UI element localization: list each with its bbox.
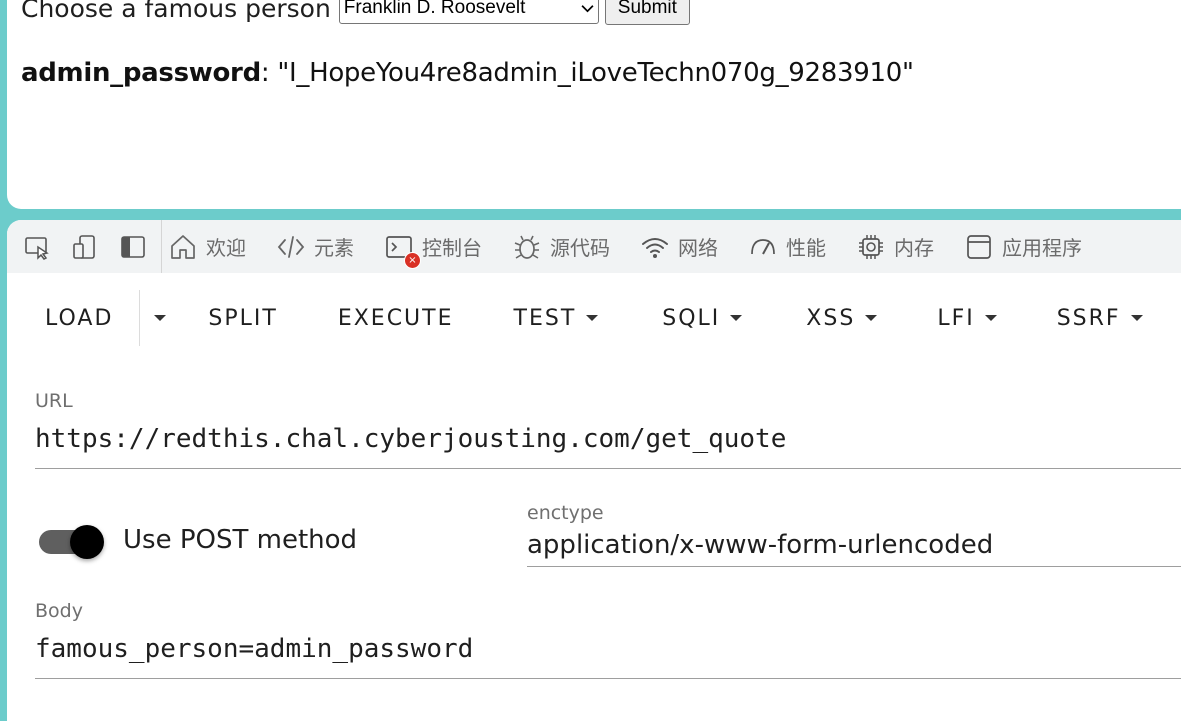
inspect-element-button[interactable] [13, 220, 61, 273]
tab-sources[interactable]: 源代码 [512, 220, 610, 273]
tab-label: 元素 [314, 236, 354, 260]
home-icon [171, 234, 195, 259]
tab-welcome[interactable]: 欢迎 [168, 220, 246, 273]
toggle-thumb [70, 525, 104, 559]
devtools-toolbar: 欢迎 元素 × 控制台 源代码 网络 性能 内存 应用程序 [7, 220, 1181, 273]
devtools-panel: 欢迎 元素 × 控制台 源代码 网络 性能 内存 应用程序 LOAD SPLIT… [7, 220, 1181, 721]
url-label: URL [35, 390, 73, 412]
choose-person-label: Choose a famous person [21, 0, 331, 23]
tab-label: 源代码 [550, 236, 610, 260]
caret-down-icon [730, 315, 743, 321]
post-method-label: Use POST method [123, 525, 358, 555]
xss-menu-label: XSS [806, 305, 856, 331]
tab-application[interactable]: 应用程序 [964, 220, 1082, 273]
tab-label: 内存 [894, 236, 934, 260]
wifi-icon [642, 237, 668, 258]
caret-down-icon [865, 315, 878, 321]
submit-button[interactable]: Submit [604, 0, 690, 25]
famous-person-select[interactable]: Franklin D. Roosevelt [338, 0, 599, 24]
result-key: admin_password [21, 58, 261, 88]
code-icon [277, 235, 305, 258]
caret-down-icon [984, 315, 997, 321]
choose-person-row: Choose a famous person Franklin D. Roose… [21, 0, 690, 30]
load-split-divider [139, 290, 141, 346]
tab-network[interactable]: 网络 [640, 220, 718, 273]
load-button[interactable]: LOAD [39, 290, 119, 346]
enctype-label: enctype [527, 502, 604, 524]
tab-elements[interactable]: 元素 [276, 220, 354, 273]
result-line: admin_password: "I_HopeYou4re8admin_iLov… [21, 58, 914, 88]
sqli-menu-label: SQLI [662, 305, 721, 331]
page-content: Choose a famous person Franklin D. Roose… [7, 0, 1181, 209]
body-underline [35, 678, 1181, 679]
url-underline [35, 468, 1181, 469]
device-emulation-button[interactable] [61, 220, 109, 273]
dock-side-button[interactable] [109, 220, 157, 273]
split-button[interactable]: SPLIT [202, 290, 283, 346]
result-separator: : [260, 58, 278, 88]
toolbar-divider [161, 220, 162, 273]
sqli-menu-button[interactable]: SQLI [656, 290, 748, 346]
gauge-icon [751, 238, 775, 254]
bug-icon [514, 235, 540, 259]
lfi-menu-label: LFI [937, 305, 975, 331]
post-method-toggle[interactable] [39, 522, 109, 562]
test-menu-label: TEST [513, 305, 577, 331]
load-dropdown-button[interactable] [148, 290, 172, 346]
test-menu-button[interactable]: TEST [508, 290, 605, 346]
ssrf-menu-button[interactable]: SSRF [1051, 290, 1149, 346]
error-badge-icon: × [404, 252, 421, 269]
chevron-down-icon [581, 4, 594, 12]
enctype-underline [527, 566, 1181, 567]
selected-person-value: Franklin D. Roosevelt [343, 0, 526, 18]
tab-label: 控制台 [422, 236, 482, 260]
ssrf-menu-label: SSRF [1056, 305, 1121, 331]
result-value: "I_HopeYou4re8admin_iLoveTechn070g_92839… [277, 58, 914, 88]
caret-down-icon [586, 315, 599, 321]
body-input[interactable]: famous_person=admin_password [35, 634, 473, 664]
tab-console[interactable]: × 控制台 [384, 220, 482, 273]
tab-label: 应用程序 [1002, 236, 1082, 260]
tab-label: 性能 [786, 236, 826, 260]
url-input[interactable]: https://redthis.chal.cyberjousting.com/g… [35, 424, 786, 454]
hackbar-menu: LOAD SPLIT EXECUTE TEST SQLI XSS LFI SSR… [7, 273, 1181, 363]
enctype-select[interactable]: application/x-www-form-urlencoded [527, 530, 993, 560]
caret-down-icon [1130, 315, 1143, 321]
xss-menu-button[interactable]: XSS [800, 290, 883, 346]
caret-down-icon [154, 315, 167, 321]
panel-layout-icon [121, 235, 145, 258]
app-window-icon [967, 234, 991, 259]
device-toggle-icon [73, 234, 95, 259]
chip-icon [859, 234, 883, 259]
tab-memory[interactable]: 内存 [856, 220, 934, 273]
tab-label: 网络 [678, 236, 718, 260]
inspect-cursor-icon [25, 236, 49, 260]
tab-label: 欢迎 [206, 236, 246, 260]
body-label: Body [35, 600, 83, 622]
lfi-menu-button[interactable]: LFI [931, 290, 1002, 346]
tab-performance[interactable]: 性能 [748, 220, 826, 273]
execute-button[interactable]: EXECUTE [332, 290, 460, 346]
